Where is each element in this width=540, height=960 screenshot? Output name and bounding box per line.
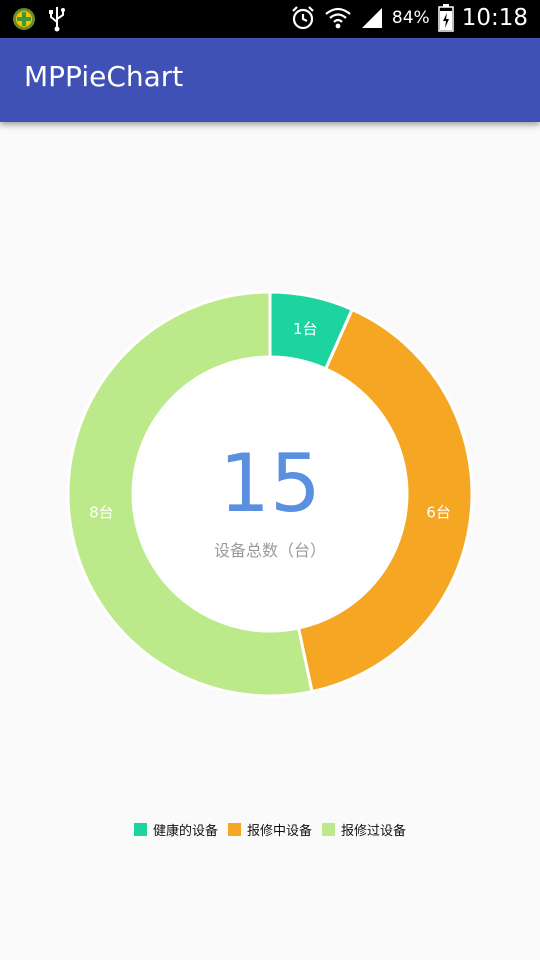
app-notification-icon: [13, 8, 35, 30]
chart-area: 1台 6台 8台 15 设备总数（台） 健康的设备 报修中设备 报修过设备: [0, 122, 540, 960]
legend-swatch: [133, 823, 147, 836]
app-title: MPPieChart: [24, 60, 184, 93]
center-label: 设备总数（台）: [213, 541, 326, 560]
slice-label-1: 1台: [293, 320, 318, 338]
center-total: 15: [219, 437, 321, 530]
battery-percent: 84%: [391, 8, 430, 28]
legend-item-3: 报修过设备: [322, 820, 406, 839]
legend-label: 报修过设备: [341, 824, 407, 839]
usb-icon: [49, 7, 65, 32]
slice-label-3: 8台: [89, 504, 114, 522]
legend-label: 报修中设备: [246, 824, 312, 839]
legend-label: 健康的设备: [152, 824, 218, 839]
slice-label-2: 6台: [426, 504, 451, 522]
legend-item-2: 报修中设备: [227, 820, 312, 839]
legend-swatch: [227, 823, 241, 836]
signal-icon: [361, 8, 382, 28]
status-bar: 84% 10:18: [0, 0, 540, 38]
wifi-icon: [325, 7, 351, 29]
battery-icon: [437, 4, 454, 32]
alarm-icon: [292, 6, 314, 30]
clock: 10:18: [461, 5, 528, 31]
legend-swatch: [322, 823, 335, 836]
legend-item-1: 健康的设备: [133, 820, 218, 839]
chart-legend: 健康的设备 报修中设备 报修过设备: [0, 820, 540, 839]
app-bar: MPPieChart: [0, 38, 540, 122]
